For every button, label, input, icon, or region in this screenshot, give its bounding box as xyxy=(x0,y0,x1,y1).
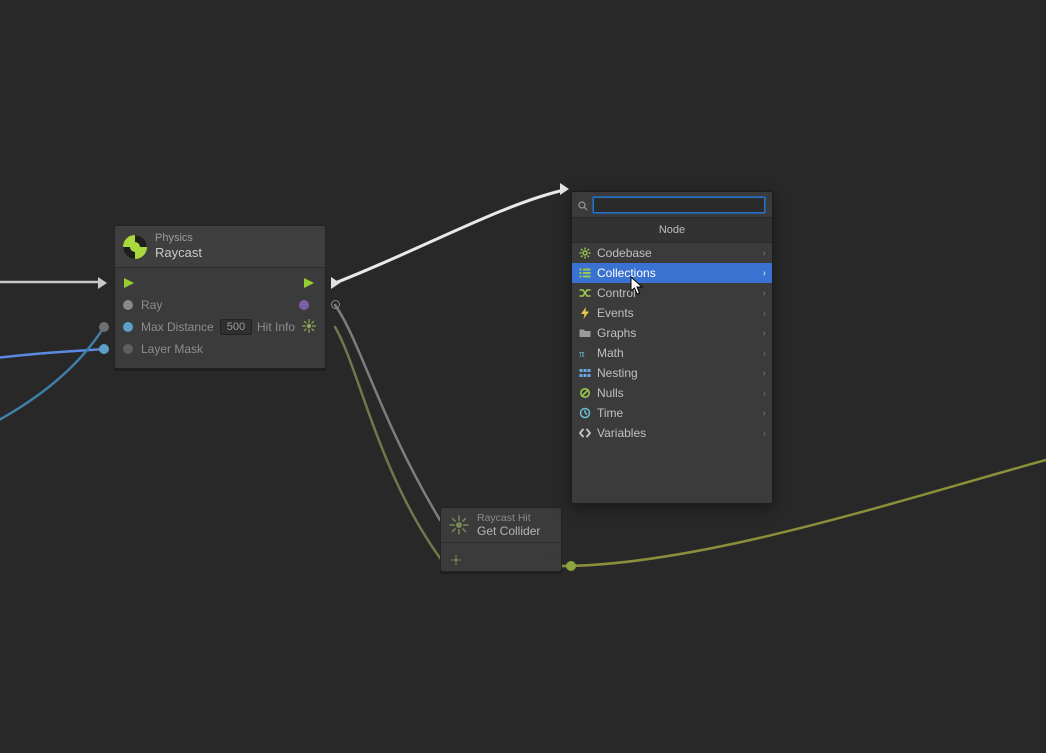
popup-item-nesting[interactable]: Nesting › xyxy=(572,363,772,383)
chevron-right-icon: › xyxy=(763,268,766,279)
code-icon xyxy=(578,426,592,440)
chevron-right-icon: › xyxy=(763,248,766,259)
ray-input-row: Ray xyxy=(123,294,317,316)
pi-icon: π xyxy=(578,346,592,360)
popup-item-label: Control xyxy=(597,286,636,300)
popup-heading: Node xyxy=(572,217,772,243)
node-subtitle: Physics xyxy=(155,232,202,245)
exec-row xyxy=(123,272,317,294)
layer-mask-row: Layer Mask xyxy=(123,338,317,360)
popup-item-label: Variables xyxy=(597,426,646,440)
popup-item-graphs[interactable]: Graphs › xyxy=(572,323,772,343)
max-distance-row: Max Distance 500 Hit Info xyxy=(123,316,317,338)
node-subtitle: Raycast Hit xyxy=(477,512,540,524)
node-title: Get Collider xyxy=(477,524,540,538)
max-distance-ext-port[interactable] xyxy=(99,322,109,332)
ray-label: Ray xyxy=(141,298,162,312)
folder-icon xyxy=(578,326,592,340)
raycast-hit-icon xyxy=(447,513,471,537)
ray-input-port[interactable] xyxy=(123,300,133,310)
grid-icon xyxy=(578,366,592,380)
node-header[interactable]: Physics Raycast xyxy=(115,226,325,268)
search-icon xyxy=(578,200,588,210)
popup-item-variables[interactable]: Variables › xyxy=(572,423,772,443)
popup-item-label: Nulls xyxy=(597,386,624,400)
chevron-right-icon: › xyxy=(763,368,766,379)
exec-in-port[interactable] xyxy=(98,277,107,289)
layer-mask-ext-port[interactable] xyxy=(99,344,109,354)
hit-input-port[interactable] xyxy=(449,553,463,570)
chevron-right-icon: › xyxy=(763,308,766,319)
popup-item-label: Collections xyxy=(597,266,656,280)
popup-item-label: Events xyxy=(597,306,634,320)
exec-in-arrow-icon[interactable] xyxy=(123,275,137,291)
popup-item-control[interactable]: Control › xyxy=(572,283,772,303)
shuffle-icon xyxy=(578,286,592,300)
popup-item-label: Codebase xyxy=(597,246,652,260)
node-search-input[interactable] xyxy=(592,196,766,214)
max-distance-port[interactable] xyxy=(123,322,133,332)
exec-out-arrow-icon[interactable] xyxy=(303,275,317,291)
node-title: Raycast xyxy=(155,245,202,261)
chevron-right-icon: › xyxy=(763,328,766,339)
exec-end-arrow-icon xyxy=(560,183,569,195)
bool-output-port[interactable] xyxy=(299,300,309,310)
exec-out-wire-arrow-icon xyxy=(331,277,340,289)
raycast-hit-get-collider-node[interactable]: Raycast Hit Get Collider xyxy=(440,507,562,572)
null-icon xyxy=(578,386,592,400)
visual-script-canvas[interactable]: Physics Raycast Ray xyxy=(0,0,1046,753)
popup-item-events[interactable]: Events › xyxy=(572,303,772,323)
svg-text:π: π xyxy=(579,348,585,359)
popup-item-label: Graphs xyxy=(597,326,636,340)
chevron-right-icon: › xyxy=(763,408,766,419)
physics-icon xyxy=(121,233,149,261)
node-search-popup[interactable]: Node Codebase›Collections›Control›Events… xyxy=(571,191,773,504)
chevron-right-icon: › xyxy=(763,348,766,359)
popup-item-math[interactable]: π Math › xyxy=(572,343,772,363)
popup-item-label: Time xyxy=(597,406,623,420)
list-icon xyxy=(578,266,592,280)
bool-out-ext-port[interactable] xyxy=(331,300,340,309)
bolt-icon xyxy=(578,306,592,320)
popup-item-time[interactable]: Time › xyxy=(572,403,772,423)
max-distance-value[interactable]: 500 xyxy=(220,319,252,335)
popup-item-label: Nesting xyxy=(597,366,638,380)
popup-item-label: Math xyxy=(597,346,624,360)
hit-info-label: Hit Info xyxy=(257,320,295,334)
layer-mask-label: Layer Mask xyxy=(141,342,203,356)
max-distance-label: Max Distance xyxy=(141,320,214,334)
chevron-right-icon: › xyxy=(763,388,766,399)
clock-icon xyxy=(578,406,592,420)
popup-category-list: Codebase›Collections›Control›Events›Grap… xyxy=(572,243,772,503)
collider-ext-port[interactable] xyxy=(566,561,576,571)
chevron-right-icon: › xyxy=(763,428,766,439)
popup-item-nulls[interactable]: Nulls › xyxy=(572,383,772,403)
physics-raycast-node[interactable]: Physics Raycast Ray xyxy=(114,225,326,369)
popup-item-codebase[interactable]: Codebase › xyxy=(572,243,772,263)
node-header[interactable]: Raycast Hit Get Collider xyxy=(441,508,561,543)
hit-info-output-icon[interactable] xyxy=(301,318,317,337)
popup-item-collections[interactable]: Collections › xyxy=(572,263,772,283)
layer-mask-port[interactable] xyxy=(123,344,133,354)
chevron-right-icon: › xyxy=(763,288,766,299)
gear-icon xyxy=(578,246,592,260)
